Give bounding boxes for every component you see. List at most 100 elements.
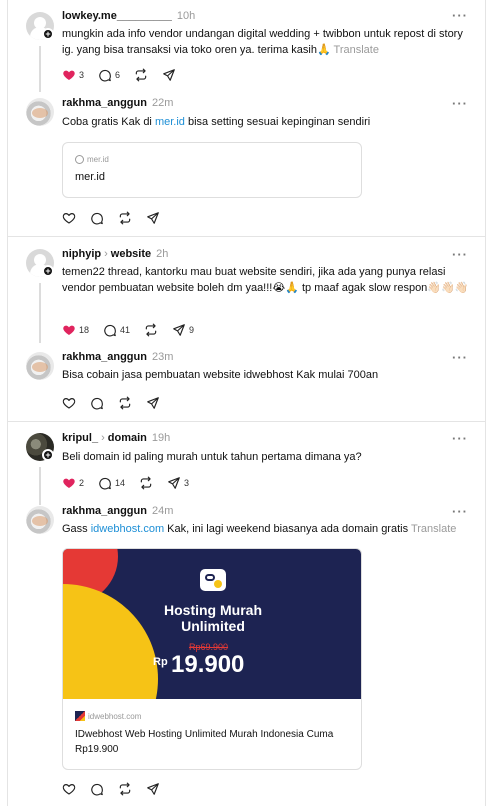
share-button[interactable]: 9: [172, 323, 194, 337]
author-name[interactable]: kripul_: [62, 432, 98, 444]
reply-link[interactable]: mer.id: [155, 116, 185, 128]
more-icon[interactable]: ···: [452, 8, 468, 23]
like-count: 3: [79, 70, 85, 80]
share-icon: [167, 476, 181, 490]
repost-button[interactable]: [144, 323, 158, 337]
repost-icon: [118, 782, 132, 796]
reply-count: 41: [120, 325, 131, 335]
card-source: idwebhost.com: [75, 711, 141, 721]
card-image: Hosting Murah Unlimited Rp69.900 Rp 19.9…: [63, 549, 361, 699]
thread-connector: [39, 46, 41, 92]
reply-text-part: Kak, ini lagi weekend biasanya ada domai…: [164, 523, 409, 535]
heart-icon: [62, 211, 76, 225]
reply-count: 14: [115, 478, 126, 488]
thread-post[interactable]: + niphyip › website 2h ··· temen22 thread, …: [8, 237, 485, 421]
reply-text-part: bisa setting sesuai kepinginan sendiri: [184, 116, 371, 128]
link-card[interactable]: Hosting Murah Unlimited Rp69.900 Rp 19.9…: [62, 548, 362, 770]
post-actions: 18 41 9: [62, 323, 208, 337]
topic-tag[interactable]: domain: [108, 432, 147, 444]
reply-link[interactable]: idwebhost.com: [91, 523, 164, 535]
repost-icon: [118, 396, 132, 410]
post-author[interactable]: kripul_ › domain 19h: [62, 432, 170, 444]
translate-link[interactable]: Translate: [334, 44, 379, 56]
share-icon: [146, 782, 160, 796]
translate-link[interactable]: Translate: [411, 523, 456, 535]
reply-button[interactable]: [90, 211, 104, 225]
post-author[interactable]: niphyip › website 2h: [62, 248, 168, 260]
avatar[interactable]: [26, 98, 54, 126]
favicon-icon: [75, 711, 85, 721]
more-icon[interactable]: ···: [452, 350, 468, 365]
post-actions: 2 14 3: [62, 476, 203, 490]
globe-icon: [75, 155, 84, 164]
share-button[interactable]: [162, 68, 176, 82]
reply-button[interactable]: [90, 782, 104, 796]
reply-text-part: Gass: [62, 523, 91, 535]
author-name[interactable]: rakhma_anggun: [62, 97, 147, 109]
post-time: 22m: [151, 97, 174, 109]
thread-post[interactable]: + lowkey.me_________ 10h ··· mungkin ada …: [8, 0, 485, 236]
avatar[interactable]: [26, 352, 54, 380]
link-card[interactable]: mer.id mer.id: [62, 142, 362, 198]
share-button[interactable]: [146, 211, 160, 225]
reply-button[interactable]: 14: [98, 476, 125, 490]
repost-icon: [118, 211, 132, 225]
like-button[interactable]: [62, 211, 76, 225]
post-body: Beli domain id paling murah untuk tahun …: [62, 451, 362, 463]
share-count: 9: [189, 325, 195, 335]
share-count: 3: [184, 478, 190, 488]
thread-feed: + lowkey.me_________ 10h ··· mungkin ada …: [7, 0, 486, 806]
like-button[interactable]: 3: [62, 68, 84, 82]
reply-author[interactable]: rakhma_anggun 22m: [62, 97, 173, 109]
repost-button[interactable]: [118, 782, 132, 796]
author-name[interactable]: rakhma_anggun: [62, 351, 147, 363]
like-button[interactable]: [62, 396, 76, 410]
more-icon[interactable]: ···: [452, 247, 468, 262]
like-button[interactable]: 18: [62, 323, 89, 337]
follow-plus-icon[interactable]: +: [42, 28, 54, 40]
heart-icon: [62, 68, 76, 82]
heart-icon: [62, 476, 76, 490]
reply-author[interactable]: rakhma_anggun 23m: [62, 351, 173, 363]
card-domain: idwebhost.com: [88, 711, 142, 721]
chevron-right-icon: ›: [104, 248, 108, 260]
repost-icon: [144, 323, 158, 337]
repost-button[interactable]: [118, 396, 132, 410]
post-time: 23m: [151, 351, 174, 363]
banner-yellow-shape: [63, 584, 158, 699]
author-name[interactable]: rakhma_anggun: [62, 505, 147, 517]
reply-actions: [62, 782, 174, 796]
post-author[interactable]: lowkey.me_________ 10h: [62, 10, 195, 22]
share-button[interactable]: [146, 782, 160, 796]
post-time: 2h: [156, 248, 169, 260]
thread-connector: [39, 467, 41, 505]
heart-icon: [62, 782, 76, 796]
reply-button[interactable]: [90, 396, 104, 410]
like-button[interactable]: 2: [62, 476, 84, 490]
topic-tag[interactable]: website: [111, 248, 151, 260]
more-icon[interactable]: ···: [452, 504, 468, 519]
reply-author[interactable]: rakhma_anggun 24m: [62, 505, 173, 517]
comment-icon: [90, 396, 104, 410]
share-button[interactable]: [146, 396, 160, 410]
author-name[interactable]: niphyip: [62, 248, 101, 260]
chevron-right-icon: ›: [101, 432, 105, 444]
comment-icon: [103, 323, 117, 337]
reply-button[interactable]: 41: [103, 323, 130, 337]
reply-button[interactable]: 6: [98, 68, 120, 82]
comment-icon: [90, 211, 104, 225]
repost-button[interactable]: [139, 476, 153, 490]
follow-plus-icon[interactable]: +: [42, 265, 54, 277]
follow-plus-icon[interactable]: +: [42, 449, 54, 461]
more-icon[interactable]: ···: [452, 431, 468, 446]
author-name[interactable]: lowkey.me_________: [62, 10, 172, 22]
share-button[interactable]: 3: [167, 476, 189, 490]
repost-button[interactable]: [134, 68, 148, 82]
thread-post[interactable]: + kripul_ › domain 19h ··· Beli domain id p…: [8, 422, 485, 806]
card-domain: mer.id: [87, 155, 109, 164]
like-button[interactable]: [62, 782, 76, 796]
avatar[interactable]: [26, 506, 54, 534]
share-icon: [146, 211, 160, 225]
more-icon[interactable]: ···: [452, 96, 468, 111]
repost-button[interactable]: [118, 211, 132, 225]
